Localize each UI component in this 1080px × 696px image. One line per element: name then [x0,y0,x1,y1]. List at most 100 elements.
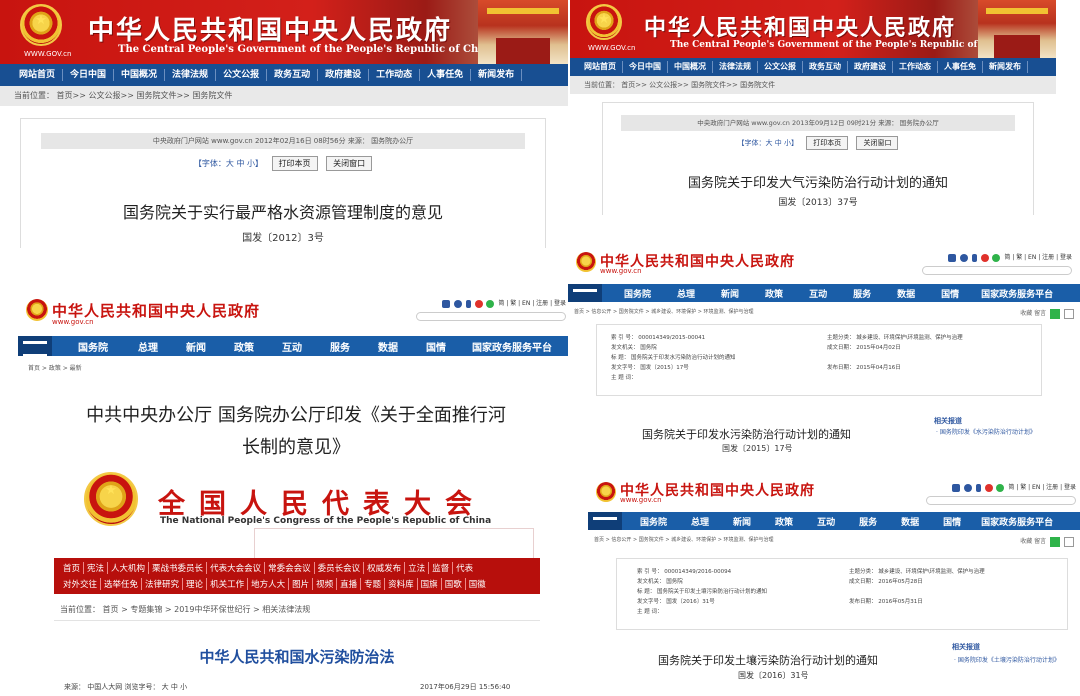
nav-appointments[interactable]: 人事任免 [938,61,983,73]
nav-policy[interactable]: 政策 [775,515,793,528]
nav-interaction[interactable]: 互动 [282,339,302,354]
nav-interaction[interactable]: 互动 [817,515,835,528]
nav-laws[interactable]: 法律法规 [165,69,217,81]
close-window-button[interactable]: 关闭窗口 [326,156,373,171]
nav-policy[interactable]: 政策 [234,339,254,354]
search-input[interactable] [922,266,1072,275]
nav-policy[interactable]: 政策 [765,287,783,300]
nav-state-council[interactable]: 国务院 [624,287,651,300]
nav-press[interactable]: 新闻发布 [471,69,523,81]
nav-work-news[interactable]: 工作动态 [893,61,938,73]
header-links[interactable]: 简 | 繁 | EN | 注册 | 登录 [1008,484,1076,491]
nav-national-info[interactable]: 国情 [943,515,961,528]
nav-national-info[interactable]: 国情 [941,287,959,300]
nav-service-platform[interactable]: 国家政务服务平台 [981,287,1053,300]
nav-data[interactable]: 数据 [901,515,919,528]
qr-share-icon[interactable] [1064,536,1074,547]
nav-china-overview[interactable]: 中国概况 [668,61,713,73]
nav-congress-session[interactable]: 代表大会会议 [207,562,266,574]
wechat-icon[interactable] [486,299,495,308]
nav-news[interactable]: 新闻 [721,287,739,300]
nav-gov-building[interactable]: 政府建设 [848,61,893,73]
nav-home[interactable]: 网站首页 [12,69,64,81]
mobile-icon[interactable] [971,253,977,262]
nav-interaction[interactable]: 互动 [809,287,827,300]
nav-premier[interactable]: 总理 [691,515,709,528]
nav-service-platform[interactable]: 国家政务服务平台 [472,339,552,354]
close-window-button[interactable]: 关闭窗口 [856,136,899,150]
nav-appointments[interactable]: 人事任免 [420,69,472,81]
nav-interaction[interactable]: 政务互动 [803,61,848,73]
nav-elections[interactable]: 选举任免 [101,578,143,590]
mail-icon[interactable] [951,483,960,492]
nav-database[interactable]: 资料库 [385,578,418,590]
font-size-toggle[interactable]: 【字体：大 中 小】 [738,139,798,147]
nav-constitution[interactable]: 宪法 [84,562,109,574]
print-button[interactable]: 打印本页 [806,136,849,150]
related-link[interactable]: · 国务院印发《水污染防治行动计划》 [936,428,1036,438]
nav-service-platform[interactable]: 国家政务服务平台 [981,515,1053,528]
nav-office-work[interactable]: 机关工作 [207,578,249,590]
nav-state-council[interactable]: 国务院 [78,339,108,354]
nav-data[interactable]: 数据 [897,287,915,300]
nav-today-china[interactable]: 今日中国 [623,61,668,73]
wechat-share-icon[interactable] [1050,536,1061,547]
nav-home[interactable]: 首页 [60,562,85,574]
nav-supervision[interactable]: 监督 [429,562,454,574]
nav-standing-committee[interactable]: 常委会会议 [265,562,315,574]
rss-icon[interactable] [453,299,462,308]
header-links[interactable]: 简 | 繁 | EN | 注册 | 登录 [1004,254,1072,261]
mail-icon[interactable] [441,299,450,308]
search-input[interactable] [926,496,1076,505]
header-links[interactable]: 简 | 繁 | EN | 注册 | 登录 [498,300,566,307]
nav-documents[interactable]: 公文公报 [758,61,803,73]
nav-state-council[interactable]: 国务院 [640,515,667,528]
search-input[interactable] [416,312,566,321]
print-button[interactable]: 打印本页 [271,156,318,171]
nav-video[interactable]: 视频 [313,578,338,590]
nav-premier[interactable]: 总理 [138,339,158,354]
nav-service[interactable]: 服务 [853,287,871,300]
nav-gov-building[interactable]: 政府建设 [318,69,370,81]
rss-icon[interactable] [963,483,972,492]
nav-data[interactable]: 数据 [378,339,398,354]
nav-service[interactable]: 服务 [330,339,350,354]
weibo-icon[interactable] [980,253,989,262]
nav-documents[interactable]: 公文公报 [216,69,268,81]
nav-today-china[interactable]: 今日中国 [63,69,115,81]
mobile-icon[interactable] [975,483,981,492]
wechat-share-icon[interactable] [1050,308,1061,319]
nav-national-info[interactable]: 国情 [426,339,446,354]
nav-press[interactable]: 新闻发布 [983,61,1028,73]
nav-law-research[interactable]: 法律研究 [142,578,184,590]
nav-chairman[interactable]: 栗战书委员长 [149,562,208,574]
nav-local-npc[interactable]: 地方人大 [248,578,290,590]
wechat-icon[interactable] [996,483,1005,492]
nav-chairmen-council[interactable]: 委员长会议 [315,562,365,574]
rss-icon[interactable] [959,253,968,262]
nav-news[interactable]: 新闻 [186,339,206,354]
share-links[interactable]: 收藏 留言 [1020,310,1046,317]
mail-icon[interactable] [947,253,956,262]
nav-emblem[interactable]: 国徽 [466,578,489,590]
nav-foreign[interactable]: 对外交往 [60,578,102,590]
nav-live[interactable]: 直播 [337,578,362,590]
nav-news[interactable]: 新闻 [733,515,751,528]
mobile-icon[interactable] [465,299,471,308]
nav-releases[interactable]: 权威发布 [364,562,406,574]
nav-laws[interactable]: 法律法规 [713,61,758,73]
nav-legislation[interactable]: 立法 [405,562,430,574]
nav-deputies[interactable]: 代表 [453,562,476,574]
qr-share-icon[interactable] [1064,308,1074,319]
nav-theory[interactable]: 理论 [183,578,208,590]
weibo-icon[interactable] [984,483,993,492]
nav-npc-organs[interactable]: 人大机构 [108,562,150,574]
nav-topics[interactable]: 专题 [361,578,386,590]
nav-service[interactable]: 服务 [859,515,877,528]
nav-premier[interactable]: 总理 [677,287,695,300]
nav-flag[interactable]: 国旗 [418,578,442,590]
related-link[interactable]: · 国务院印发《土壤污染防治行动计划》 [954,656,1064,666]
nav-pictures[interactable]: 图片 [289,578,314,590]
nav-work-news[interactable]: 工作动态 [369,69,421,81]
font-size-toggle[interactable]: 【字体：大 中 小】 [194,159,263,168]
